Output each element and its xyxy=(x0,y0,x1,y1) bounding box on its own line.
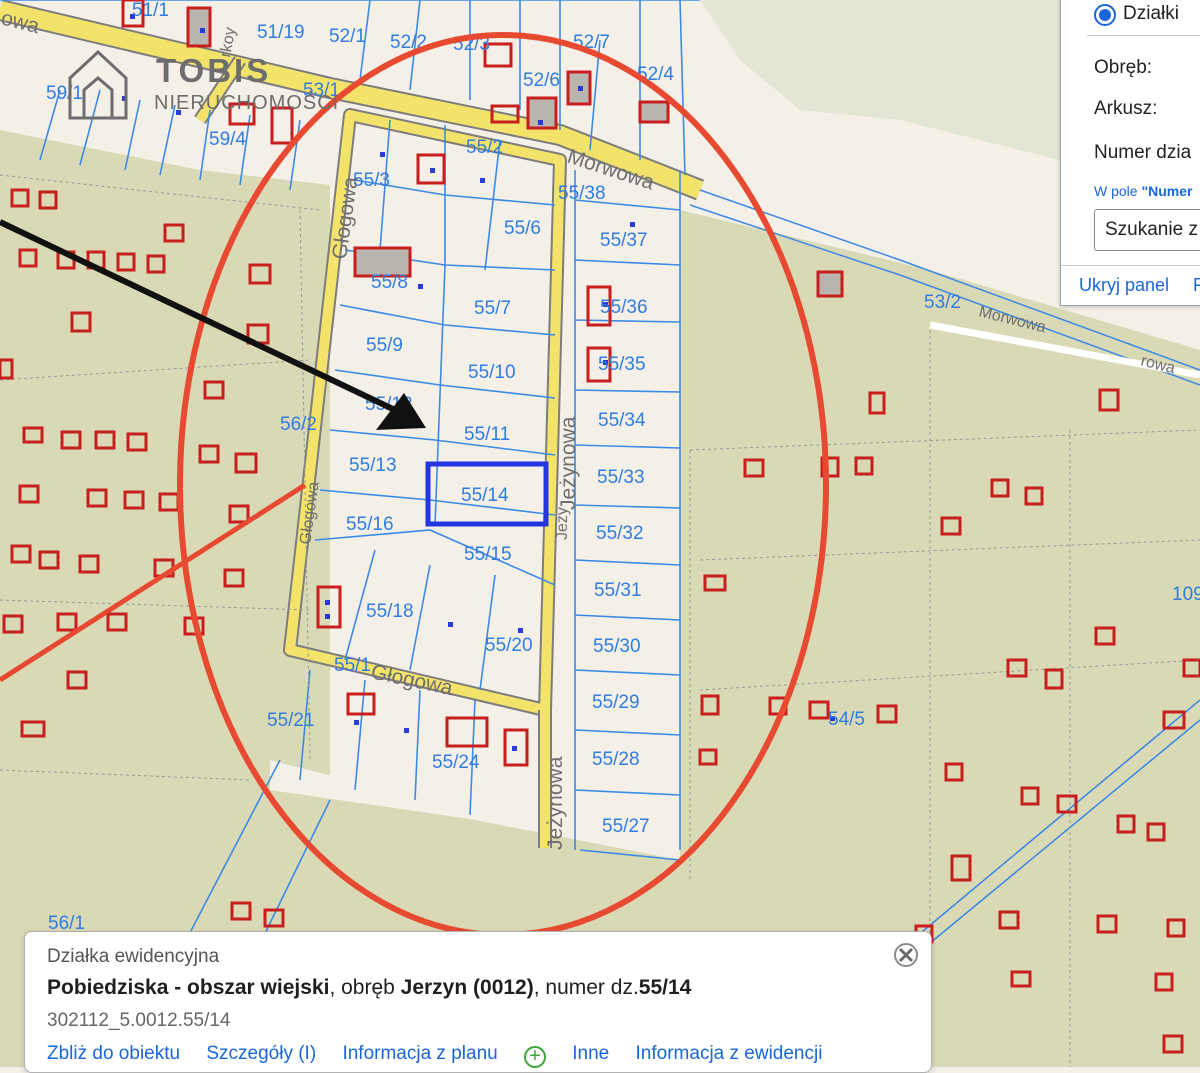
parcel-label: 55/27 xyxy=(602,816,650,837)
panel-hint: W pole "Numer xyxy=(1094,183,1192,199)
cadastral-map[interactable]: 51/1 51/19 52/1 52/2 52/3 52/7 52/6 52/4… xyxy=(0,0,1200,1067)
popup-title: Działka ewidencyjna xyxy=(47,946,220,967)
street-label-jezynowa: Jeżynowa xyxy=(557,416,580,510)
ewidencja-info-link[interactable]: Informacja z ewidencji xyxy=(636,1043,823,1064)
close-icon[interactable] xyxy=(893,942,919,968)
parcel-label: 51/1 xyxy=(132,0,169,21)
other-link[interactable]: Inne xyxy=(572,1043,609,1064)
numer-text: , numer dz. xyxy=(533,976,639,999)
zoom-to-object-link[interactable]: Zbliż do obiektu xyxy=(47,1043,180,1064)
parcel-label: 59/4 xyxy=(209,129,246,150)
parcel-label: 109 xyxy=(1172,584,1200,605)
parcel-label: 56/2 xyxy=(280,414,317,435)
parcel-label: 55/8 xyxy=(371,272,408,293)
parcel-description: Pobiedziska - obszar wiejski, obręb Jerz… xyxy=(47,976,691,1000)
parcel-label-selected: 55/14 xyxy=(461,485,509,506)
parcel-label: 55/10 xyxy=(468,362,516,383)
parcel-label: 55/7 xyxy=(474,298,511,319)
panel-more-link[interactable]: F xyxy=(1193,275,1200,296)
parcel-label: 55/24 xyxy=(432,752,480,773)
parcel-label: 55/15 xyxy=(464,544,512,565)
parcel-label: 55/28 xyxy=(592,749,640,770)
house-logo-icon xyxy=(68,49,128,120)
obreb-text: , obręb xyxy=(329,976,401,999)
parcel-label: 55/1 xyxy=(334,655,371,676)
parcel-label: 55/18 xyxy=(366,601,414,622)
panel-bottom-divider xyxy=(1061,265,1200,266)
plus-icon[interactable]: + xyxy=(523,1046,546,1068)
numer-label: Numer dzia xyxy=(1094,142,1192,163)
parcel-label: 51/19 xyxy=(257,22,305,43)
tobis-logo: TOBIS NIERUCHOMOŚCI xyxy=(66,48,356,128)
parcel-label: 55/30 xyxy=(593,636,641,657)
parcel-number: 55/14 xyxy=(638,976,692,999)
parcel-label: 55/37 xyxy=(600,230,648,251)
parcel-label: 55/34 xyxy=(598,410,646,431)
panel-divider xyxy=(1087,35,1200,36)
parcel-label: 55/13 xyxy=(349,455,397,476)
dzialki-radio-label[interactable]: Działki xyxy=(1123,3,1179,25)
parcel-label: 52/1 xyxy=(329,26,366,47)
parcel-label: 55/16 xyxy=(346,514,394,535)
parcel-label: 54/5 xyxy=(828,709,865,730)
parcel-label: 55/6 xyxy=(504,218,541,239)
obreb-name: Jerzyn (0012) xyxy=(400,976,534,999)
parcel-label: 55/20 xyxy=(485,635,533,656)
parcel-label: 52/6 xyxy=(523,70,560,91)
hint-bold: "Numer xyxy=(1141,183,1193,199)
parcel-label: 55/11 xyxy=(464,424,510,445)
parcel-label: 55/35 xyxy=(598,354,646,375)
parcel-identifier: 302112_5.0012.55/14 xyxy=(47,1010,231,1031)
logo-title: TOBIS xyxy=(156,52,272,89)
parcel-label: 55/32 xyxy=(596,523,644,544)
arkusz-label: Arkusz: xyxy=(1094,98,1158,119)
parcel-label: 55/29 xyxy=(592,692,640,713)
parcel-label: 55/21 xyxy=(267,710,315,731)
parcel-label: 55/9 xyxy=(366,335,403,356)
parcel-label: 55/36 xyxy=(600,297,648,318)
parcel-label: 55/38 xyxy=(558,183,606,204)
parcel-label: 55/33 xyxy=(597,467,645,488)
logo-subtitle: NIERUCHOMOŚCI xyxy=(154,92,340,114)
hide-panel-link[interactable]: Ukryj panel xyxy=(1079,275,1169,296)
obreb-label: Obręb: xyxy=(1094,57,1153,78)
details-link[interactable]: Szczegóły (I) xyxy=(206,1043,316,1064)
street-label-jezynowa-small: Jeży xyxy=(554,507,571,540)
parcel-label: 55/2 xyxy=(466,137,503,158)
street-label-jezynowa-lower: Jeżynowa xyxy=(544,756,567,850)
location-name: Pobiedziska - obszar wiejski xyxy=(47,976,330,999)
parcel-label: 53/2 xyxy=(924,292,961,313)
search-mode-select[interactable]: Szukanie z xyxy=(1094,209,1200,251)
dzialki-radio[interactable] xyxy=(1094,4,1116,26)
parcel-label: 55/31 xyxy=(594,580,642,601)
plan-info-link[interactable]: Informacja z planu xyxy=(342,1043,497,1064)
popup-links: Zbliż do obiektu Szczegóły (I) Informacj… xyxy=(47,1043,843,1068)
hint-prefix: W pole xyxy=(1094,183,1142,199)
parcel-info-popup: Działka ewidencyjna Pobiedziska - obszar… xyxy=(24,931,932,1073)
search-panel: Działki Obręb: Arkusz: Numer dzia W pole… xyxy=(1060,0,1200,306)
